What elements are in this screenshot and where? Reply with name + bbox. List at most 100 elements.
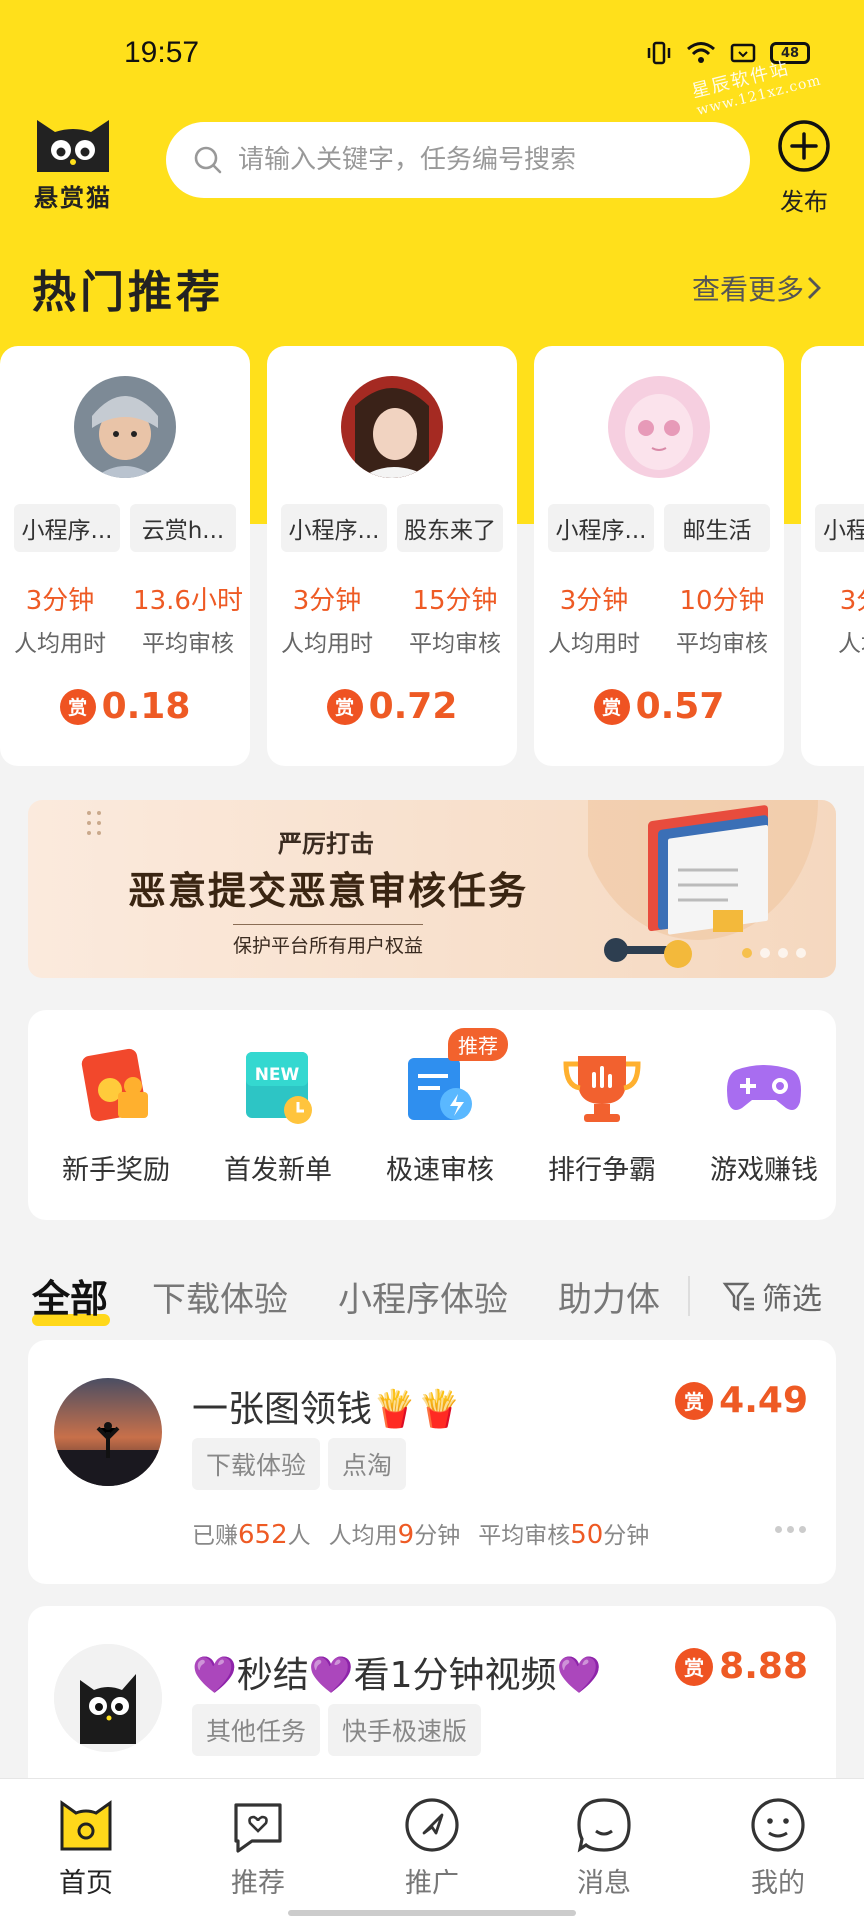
task-tags: 其他任务 快手极速版 xyxy=(192,1704,482,1756)
avg-review-label: 平均审核 xyxy=(409,631,501,657)
svg-text:NEW: NEW xyxy=(255,1065,300,1085)
task-tag: 其他任务 xyxy=(192,1704,321,1756)
nav-promote[interactable]: 推广 xyxy=(372,1795,492,1900)
status-bar: 19:57 48 星辰软件站 www.121xz.com xyxy=(0,0,864,119)
avg-review-value: 15分钟 xyxy=(412,586,498,616)
hot-card[interactable]: 小程 3分 人均 xyxy=(801,346,864,766)
tab-assist[interactable]: 助力体 xyxy=(558,1272,666,1321)
quick-action-label: 游戏赚钱 xyxy=(710,1155,818,1186)
card-tag: 小程序... xyxy=(281,504,387,552)
quick-action-new-order[interactable]: NEW 首发新单 xyxy=(208,1042,348,1187)
smile-face-icon xyxy=(748,1795,808,1855)
more-options-icon[interactable] xyxy=(775,1526,806,1533)
avg-time-value: 3分钟 xyxy=(559,586,629,616)
reward-badge-icon: 赏 xyxy=(326,688,363,725)
see-more-link[interactable]: 查看更多 xyxy=(692,268,824,308)
hot-card[interactable]: 小程序... 股东来了 3分钟 人均用时 15分钟 平均审核 赏 0.72 xyxy=(267,346,517,766)
task-card[interactable]: 💜秒结💜看1分钟视频💜 其他任务 快手极速版 赏 8.88 xyxy=(28,1606,836,1806)
avg-review-stat: 平均审核50分钟 xyxy=(478,1520,650,1550)
reward-badge-icon: 赏 xyxy=(593,688,630,725)
tab-divider xyxy=(688,1276,690,1316)
filter-label: 筛选 xyxy=(762,1282,822,1317)
reward: 赏 0.18 xyxy=(0,686,250,727)
status-time: 19:57 xyxy=(124,36,200,69)
avg-time-label: 人均用时 xyxy=(281,631,373,657)
task-category-tabs: 全部 下载体验 小程序体验 助力体 筛选 xyxy=(28,1264,836,1334)
promo-banner[interactable]: 严厉打击 恶意提交恶意审核任务 保护平台所有用户权益 xyxy=(28,800,836,978)
new-order-icon: NEW xyxy=(232,1042,324,1134)
avatar xyxy=(54,1378,162,1486)
quick-action-game-earn[interactable]: 游戏赚钱 xyxy=(694,1042,834,1187)
cat-home-icon xyxy=(56,1795,116,1855)
banner-line1: 严厉打击 xyxy=(278,830,374,858)
nav-mine[interactable]: 我的 xyxy=(718,1795,838,1900)
task-title: 一张图领钱🍟🍟 xyxy=(192,1389,462,1430)
card-tag: 邮生活 xyxy=(664,504,770,552)
quick-action-label: 新手奖励 xyxy=(62,1155,170,1186)
message-icon xyxy=(574,1795,634,1855)
home-indicator xyxy=(288,1910,576,1916)
avatar xyxy=(54,1644,162,1752)
avg-review-value: 10分钟 xyxy=(679,586,765,616)
gamepad-icon xyxy=(718,1042,810,1134)
reward-amount: 0.18 xyxy=(101,686,191,727)
reward-badge-icon: 赏 xyxy=(59,688,96,725)
task-card[interactable]: 一张图领钱🍟🍟 下载体验 点淘 赏 4.49 已赚652人 人均用9分钟 平均审… xyxy=(28,1340,836,1584)
reward-amount: 0.72 xyxy=(368,686,458,727)
banner-pager xyxy=(742,948,806,958)
nav-messages[interactable]: 消息 xyxy=(544,1795,664,1900)
hot-card[interactable]: 小程序... 云赏h... 3分钟 人均用时 13.6小时 平均审核 赏 0.1… xyxy=(0,346,250,766)
task-reward: 赏 4.49 xyxy=(675,1380,808,1421)
task-stats: 已赚652人 人均用9分钟 平均审核50分钟 xyxy=(192,1516,649,1550)
app-logo[interactable]: 悬赏猫 xyxy=(28,116,118,213)
hot-section-title: 热门推荐 xyxy=(32,267,224,318)
search-bar[interactable] xyxy=(166,122,750,198)
nav-home[interactable]: 首页 xyxy=(26,1795,146,1900)
task-title: 💜秒结💜看1分钟视频💜 xyxy=(192,1655,602,1696)
quick-actions-panel: 新手奖励 NEW 首发新单 推荐 极速审核 排行争霸 游戏赚钱 xyxy=(28,1010,836,1220)
nav-label: 消息 xyxy=(577,1868,631,1899)
filter-icon xyxy=(722,1282,754,1312)
chat-heart-icon xyxy=(228,1795,288,1855)
see-more-label: 查看更多 xyxy=(692,273,805,306)
wifi-icon xyxy=(687,42,715,63)
filter-button[interactable]: 筛选 xyxy=(722,1274,822,1318)
reward-badge-icon: 赏 xyxy=(675,1647,714,1686)
recommend-badge: 推荐 xyxy=(448,1028,508,1061)
avatar xyxy=(74,376,176,478)
publish-button[interactable]: 发布 xyxy=(774,118,834,217)
tab-all[interactable]: 全部 xyxy=(32,1268,108,1323)
banner-headline: 恶意提交恶意审核任务 xyxy=(128,869,529,913)
hot-cards-carousel[interactable]: 小程序... 云赏h... 3分钟 人均用时 13.6小时 平均审核 赏 0.1… xyxy=(0,346,864,766)
task-tag: 快手极速版 xyxy=(328,1704,482,1756)
avg-review-value: 13.6小时 xyxy=(133,586,243,616)
quick-action-newbie-reward[interactable]: 新手奖励 xyxy=(46,1042,186,1187)
nav-recommend[interactable]: 推荐 xyxy=(198,1795,318,1900)
quick-action-fast-review[interactable]: 推荐 极速审核 xyxy=(370,1028,510,1187)
avg-time-label: 人均 xyxy=(838,631,864,657)
task-tags: 下载体验 点淘 xyxy=(192,1438,407,1490)
search-icon xyxy=(194,146,222,174)
avg-time-label: 人均用时 xyxy=(14,631,106,657)
card-tag: 小程序... xyxy=(14,504,120,552)
avg-time-value: 3分钟 xyxy=(292,586,362,616)
card-tag: 股东来了 xyxy=(397,504,503,552)
reward-amount: 0.57 xyxy=(635,686,725,727)
reward-amount: 8.88 xyxy=(719,1646,808,1687)
screen-icon xyxy=(730,43,756,63)
card-tag: 小程序... xyxy=(548,504,654,552)
publish-label: 发布 xyxy=(780,188,828,216)
tab-mini-program[interactable]: 小程序体验 xyxy=(338,1272,508,1321)
avg-review-label: 平均审核 xyxy=(142,631,234,657)
task-reward: 赏 8.88 xyxy=(675,1646,808,1687)
fast-review-icon: 推荐 xyxy=(394,1028,508,1134)
quick-action-ranking[interactable]: 排行争霸 xyxy=(532,1042,672,1187)
plus-circle-icon xyxy=(778,120,830,172)
task-tag: 下载体验 xyxy=(192,1438,321,1490)
task-tag: 点淘 xyxy=(328,1438,407,1490)
hot-card[interactable]: 小程序... 邮生活 3分钟 人均用时 10分钟 平均审核 赏 0.57 xyxy=(534,346,784,766)
nav-label: 推荐 xyxy=(231,1868,285,1899)
search-input[interactable] xyxy=(238,145,718,175)
tab-download[interactable]: 下载体验 xyxy=(152,1272,288,1321)
nav-label: 我的 xyxy=(751,1868,805,1899)
